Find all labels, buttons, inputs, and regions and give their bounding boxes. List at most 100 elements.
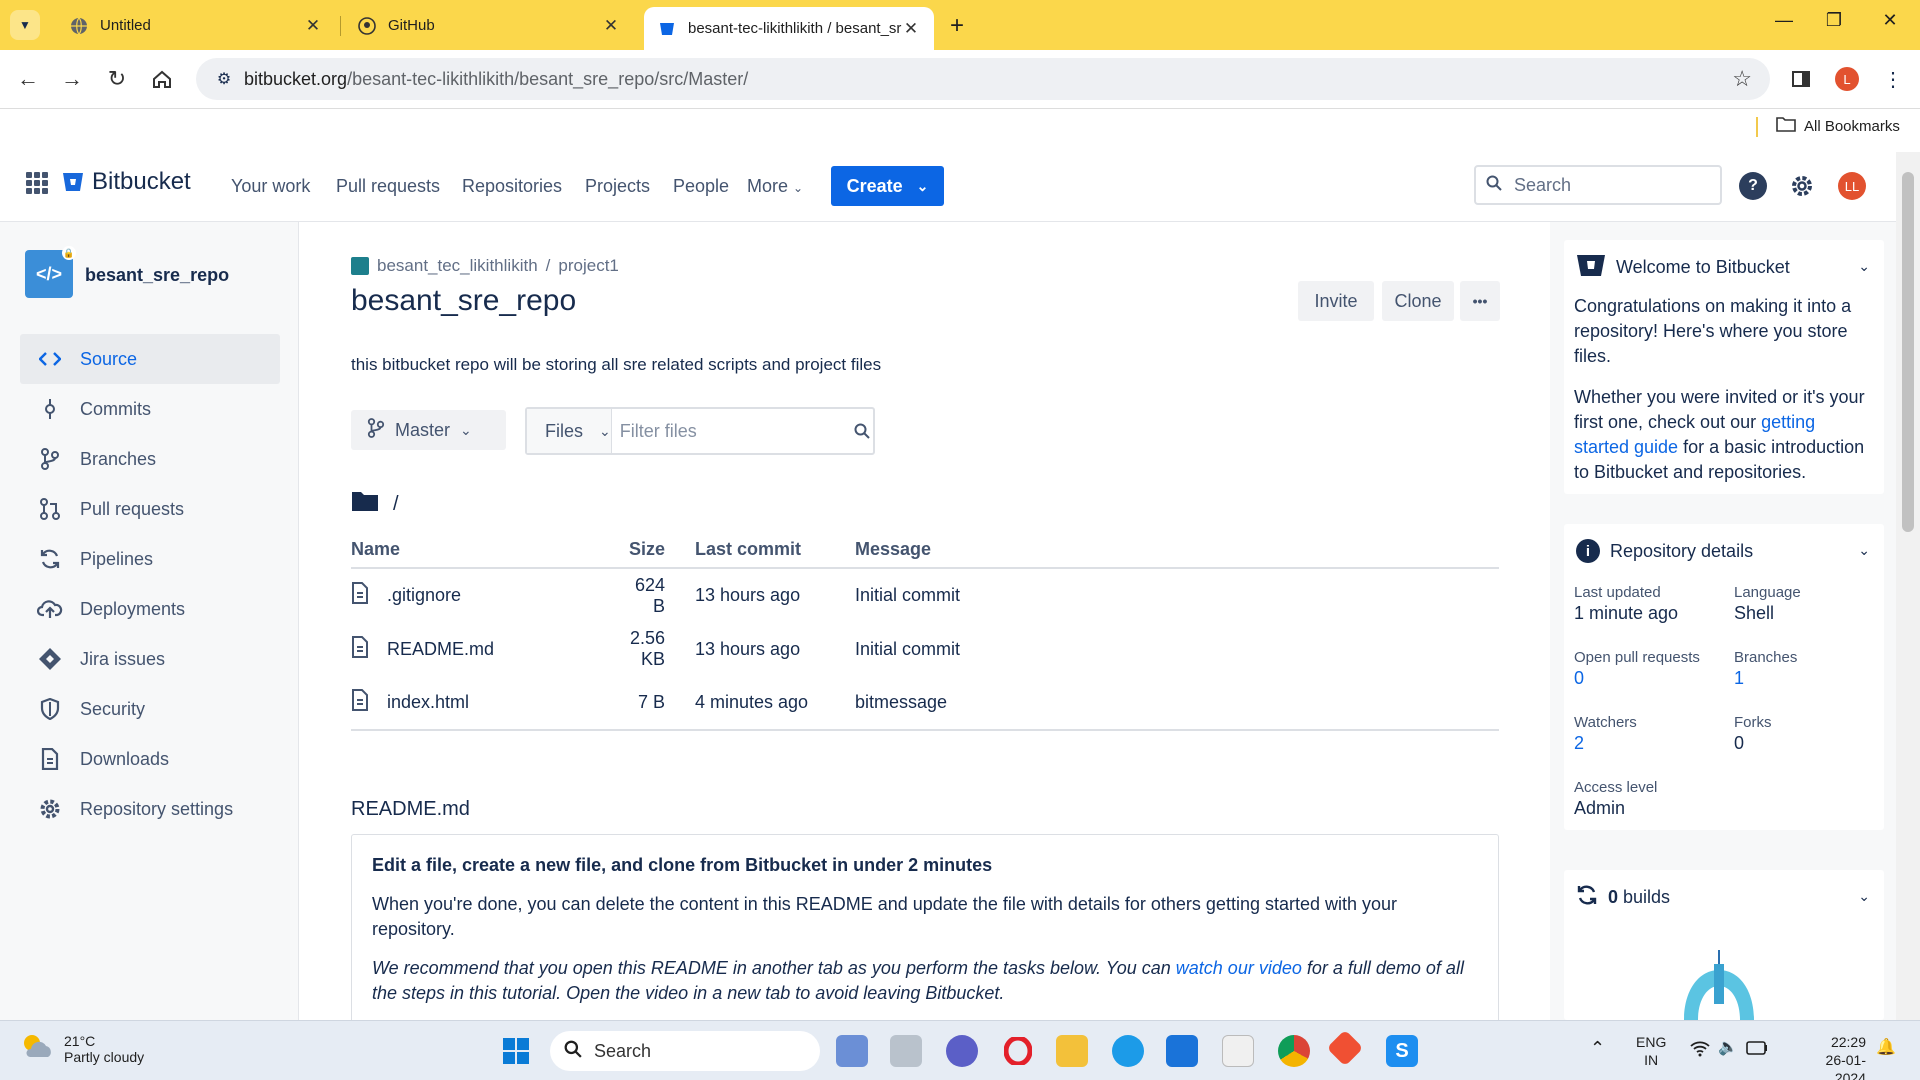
restore-icon[interactable]: ❐: [1814, 10, 1854, 31]
files-type-select[interactable]: Files ⌄: [527, 409, 612, 453]
taskbar-search[interactable]: Search: [550, 1031, 820, 1071]
opera-icon[interactable]: [1002, 1035, 1034, 1067]
url-text[interactable]: bitbucket.org/besant-tec-likithlikith/be…: [244, 69, 748, 90]
file-name[interactable]: .gitignore: [387, 585, 461, 606]
col-name[interactable]: Name: [351, 532, 621, 569]
branches-link[interactable]: 1: [1734, 668, 1797, 689]
skype-icon[interactable]: S: [1386, 1035, 1418, 1067]
forward-icon[interactable]: →: [56, 63, 88, 95]
site-settings-icon[interactable]: ⚙: [204, 69, 244, 89]
nav-people[interactable]: People: [673, 176, 729, 197]
all-bookmarks-button[interactable]: All Bookmarks: [1776, 116, 1900, 136]
app-switcher-icon[interactable]: [26, 172, 48, 194]
edge-icon[interactable]: [1112, 1035, 1144, 1067]
watch-video-link[interactable]: watch our video: [1176, 958, 1302, 978]
windows-start-icon[interactable]: [500, 1035, 532, 1067]
chevron-down-icon[interactable]: ⌄: [1858, 258, 1870, 275]
branch-selector[interactable]: Master ⌄: [351, 410, 506, 450]
col-size[interactable]: Size: [621, 532, 695, 569]
chevron-down-icon[interactable]: ⌄: [1858, 542, 1870, 559]
teams-chat-icon[interactable]: [946, 1035, 978, 1067]
file-explorer-icon[interactable]: [1056, 1035, 1088, 1067]
breadcrumb-project[interactable]: project1: [558, 256, 618, 276]
file-name[interactable]: README.md: [387, 639, 494, 660]
close-icon[interactable]: ✕: [902, 19, 920, 39]
mail-icon[interactable]: [1166, 1035, 1198, 1067]
nav-projects[interactable]: Projects: [585, 176, 650, 197]
sidebar-item-source[interactable]: Source: [20, 334, 280, 384]
browser-menu-icon[interactable]: ⋮: [1878, 64, 1908, 94]
repository-details-header[interactable]: i Repository details ⌄: [1564, 524, 1884, 578]
more-actions-button[interactable]: •••: [1460, 281, 1500, 321]
git-icon[interactable]: [1326, 1029, 1364, 1067]
sidebar-item-security[interactable]: Security: [20, 684, 280, 734]
sidebar-item-repository-settings[interactable]: Repository settings: [20, 784, 280, 834]
help-icon[interactable]: ?: [1739, 172, 1767, 200]
file-message[interactable]: Initial commit: [855, 568, 1499, 622]
volume-icon[interactable]: 🔈: [1718, 1039, 1738, 1057]
sidebar-item-downloads[interactable]: Downloads: [20, 734, 280, 784]
create-button[interactable]: Create ⌄: [831, 166, 944, 206]
wifi-icon[interactable]: [1690, 1041, 1710, 1061]
battery-icon[interactable]: [1746, 1041, 1768, 1059]
welcome-card-header[interactable]: Welcome to Bitbucket ⌄: [1564, 240, 1884, 294]
breadcrumb-workspace[interactable]: besant_tec_likithlikith: [377, 256, 538, 276]
store-icon[interactable]: [1222, 1035, 1254, 1067]
sidebar-repo-name[interactable]: besant_sre_repo: [85, 265, 229, 286]
scrollbar-thumb[interactable]: [1902, 172, 1914, 532]
task-view-icon[interactable]: [890, 1035, 922, 1067]
bookmark-star-icon[interactable]: ☆: [1732, 66, 1752, 92]
weather-widget[interactable]: 21°C Partly cloudy: [20, 1031, 144, 1066]
file-name[interactable]: index.html: [387, 692, 469, 713]
language-indicator[interactable]: ENG IN: [1636, 1033, 1666, 1069]
browser-tab-github[interactable]: GitHub ✕: [344, 7, 634, 44]
nav-your-work[interactable]: Your work: [231, 176, 310, 197]
nav-repositories[interactable]: Repositories: [462, 176, 562, 197]
sidebar-item-pipelines[interactable]: Pipelines: [20, 534, 280, 584]
watchers-link[interactable]: 2: [1574, 733, 1637, 754]
nav-more[interactable]: More ⌄: [747, 176, 803, 197]
file-message[interactable]: bitmessage: [855, 676, 1499, 731]
clock[interactable]: 22:29 26-01-2024: [1796, 1033, 1866, 1080]
builds-header[interactable]: 0 builds ⌄: [1564, 870, 1884, 924]
settings-gear-icon[interactable]: [1788, 172, 1816, 200]
nav-pull-requests[interactable]: Pull requests: [336, 176, 440, 197]
sidebar-item-deployments[interactable]: Deployments: [20, 584, 280, 634]
user-avatar[interactable]: LL: [1838, 172, 1866, 200]
copilot-app-icon[interactable]: [836, 1035, 868, 1067]
col-last-commit[interactable]: Last commit: [695, 532, 855, 569]
back-icon[interactable]: ←: [12, 63, 44, 95]
col-message[interactable]: Message: [855, 532, 1499, 569]
table-row[interactable]: index.html 7 B 4 minutes ago bitmessage: [351, 676, 1499, 731]
close-icon[interactable]: ✕: [602, 16, 620, 36]
search-input[interactable]: Search: [1474, 165, 1722, 205]
bitbucket-logo[interactable]: Bitbucket: [62, 168, 191, 196]
new-tab-button[interactable]: +: [950, 12, 964, 40]
address-bar[interactable]: ⚙ bitbucket.org/besant-tec-likithlikith/…: [196, 58, 1770, 100]
table-row[interactable]: README.md 2.56 KB 13 hours ago Initial c…: [351, 622, 1499, 676]
tab-search-button[interactable]: ▼: [10, 10, 40, 40]
open-prs-link[interactable]: 0: [1574, 668, 1700, 689]
sidebar-item-pull-requests[interactable]: Pull requests: [20, 484, 280, 534]
minimize-icon[interactable]: —: [1764, 10, 1804, 31]
filter-files-input[interactable]: [611, 420, 852, 442]
invite-button[interactable]: Invite: [1298, 281, 1374, 321]
window-close-icon[interactable]: ✕: [1870, 10, 1910, 31]
profile-avatar[interactable]: L: [1835, 67, 1859, 91]
home-icon[interactable]: [146, 63, 178, 95]
notification-bell-icon[interactable]: 🔔: [1876, 1039, 1896, 1057]
sidebar-item-jira-issues[interactable]: Jira issues: [20, 634, 280, 684]
reload-icon[interactable]: ↻: [101, 63, 133, 95]
table-row[interactable]: .gitignore 624 B 13 hours ago Initial co…: [351, 568, 1499, 622]
close-icon[interactable]: ✕: [304, 16, 322, 36]
sidebar-item-branches[interactable]: Branches: [20, 434, 280, 484]
chevron-up-icon[interactable]: ⌃: [1590, 1039, 1605, 1057]
side-panel-icon[interactable]: [1786, 64, 1816, 94]
browser-tab-untitled[interactable]: Untitled ✕: [56, 7, 336, 44]
search-icon[interactable]: [852, 423, 873, 439]
chrome-icon[interactable]: [1278, 1035, 1310, 1067]
sidebar-item-commits[interactable]: Commits: [20, 384, 280, 434]
chevron-down-icon[interactable]: ⌄: [1858, 888, 1870, 905]
page-scrollbar[interactable]: [1896, 152, 1920, 1020]
browser-tab-bitbucket[interactable]: besant-tec-likithlikith / besant_sre_rep…: [644, 7, 934, 50]
